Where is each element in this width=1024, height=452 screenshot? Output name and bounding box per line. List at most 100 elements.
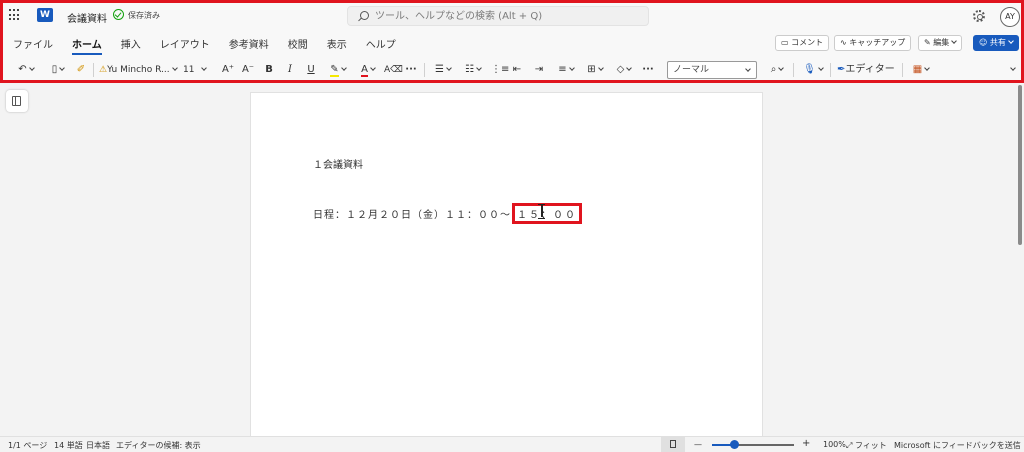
font-color-button[interactable]: A bbox=[355, 62, 381, 78]
navigation-pane-button[interactable] bbox=[6, 90, 28, 112]
word-logo[interactable]: W bbox=[37, 8, 53, 22]
fit-icon: ⤢ bbox=[846, 441, 855, 450]
decrease-indent-button[interactable]: ⇤ bbox=[511, 62, 523, 78]
chevron-down-icon bbox=[597, 65, 604, 71]
catchup-label: キャッチアップ bbox=[849, 38, 906, 47]
edit-mode-button[interactable]: ✎ 編集 bbox=[918, 35, 963, 51]
italic-button[interactable]: I bbox=[284, 62, 296, 78]
title-bar: W 会議資料 保存済み AY bbox=[3, 3, 1021, 31]
word-count[interactable]: 14 単語 bbox=[54, 440, 83, 451]
chevron-down-icon bbox=[626, 65, 633, 71]
comment-button[interactable]: ▭ コメント bbox=[775, 35, 830, 51]
chevron-down-icon bbox=[951, 38, 958, 44]
font-size-dropdown[interactable]: 11 bbox=[183, 62, 213, 78]
chevron-down-icon bbox=[476, 65, 482, 71]
chevron-down-icon bbox=[924, 65, 931, 71]
divider bbox=[424, 63, 425, 77]
saved-status: 保存済み bbox=[128, 11, 160, 20]
avatar[interactable]: AY bbox=[1000, 7, 1020, 27]
style-value: ノーマル bbox=[673, 65, 710, 75]
tab-file[interactable]: ファイル bbox=[13, 36, 53, 52]
tab-home[interactable]: ホーム bbox=[72, 36, 102, 55]
increase-indent-button[interactable]: ⇥ bbox=[533, 62, 545, 78]
multilevel-list-button[interactable]: ⋮≡ bbox=[491, 62, 509, 78]
chevron-down-icon bbox=[370, 65, 376, 71]
numbering-button[interactable]: ☷ bbox=[461, 62, 485, 78]
pencil-icon: ✎ bbox=[924, 38, 934, 47]
zoom-slider[interactable] bbox=[712, 440, 794, 449]
navigation-pane-icon bbox=[12, 96, 21, 106]
font-name-dropdown[interactable]: ⚠Yu Mincho R... bbox=[99, 62, 179, 78]
borders-button[interactable]: ⊞ bbox=[583, 62, 607, 78]
shrink-font-button[interactable]: A⁻ bbox=[241, 62, 255, 78]
zoom-out-button[interactable]: — bbox=[694, 440, 702, 449]
page-view-button[interactable] bbox=[661, 437, 685, 452]
clipboard-icon: ▯ bbox=[51, 64, 58, 75]
ribbon-header: W 会議資料 保存済み AY ファイル ホーム 挿入 レイアウト 参考資料 校閲… bbox=[0, 0, 1024, 83]
tab-view[interactable]: 表示 bbox=[327, 36, 347, 52]
clear-format-button[interactable]: A⌫ bbox=[384, 62, 403, 78]
undo-icon: ↶ bbox=[18, 64, 27, 75]
app-launcher-icon[interactable] bbox=[9, 9, 21, 21]
highlighted-end-time[interactable]: １５：００ bbox=[512, 203, 582, 224]
format-painter-button[interactable]: ✐ bbox=[75, 62, 87, 78]
document-title[interactable]: 会議資料 bbox=[67, 10, 107, 25]
feedback-link[interactable]: Microsoft にフィードバックを送信 bbox=[894, 440, 1021, 451]
chevron-down-icon bbox=[1009, 65, 1016, 71]
zoom-in-button[interactable]: + bbox=[802, 438, 810, 449]
tab-layout[interactable]: レイアウト bbox=[160, 36, 210, 52]
chevron-down-icon bbox=[1008, 38, 1014, 44]
editor-suggestions[interactable]: エディターの候補: 表示 bbox=[116, 440, 201, 451]
numbered-list-icon: ☷ bbox=[465, 64, 474, 75]
paste-button[interactable]: ▯ bbox=[45, 62, 71, 78]
language-indicator[interactable]: 日本語 bbox=[86, 440, 110, 451]
more-paragraph-button[interactable]: ··· bbox=[640, 62, 656, 78]
dictate-button[interactable]: 🎙 bbox=[801, 62, 825, 78]
chevron-down-icon bbox=[568, 65, 575, 71]
search-icon bbox=[360, 11, 369, 20]
paint-bucket-icon: ◇ bbox=[616, 64, 625, 75]
bullets-button[interactable]: ☰ bbox=[431, 62, 455, 78]
align-button[interactable]: ≡ bbox=[553, 62, 579, 78]
align-left-icon: ≡ bbox=[558, 64, 567, 75]
page-icon bbox=[670, 440, 676, 448]
editor-label: エディター bbox=[845, 64, 895, 75]
vertical-scrollbar[interactable] bbox=[1018, 85, 1022, 245]
highlight-color-button[interactable]: ✎ bbox=[325, 62, 351, 78]
settings-gear-icon[interactable] bbox=[973, 10, 985, 22]
share-button[interactable]: ☺ 共有 bbox=[973, 35, 1019, 51]
undo-button[interactable]: ↶ bbox=[13, 62, 39, 78]
divider bbox=[902, 63, 903, 77]
bold-button[interactable]: B bbox=[263, 62, 275, 78]
grow-font-button[interactable]: A⁺ bbox=[221, 62, 235, 78]
zoom-percent[interactable]: 100% bbox=[823, 440, 846, 449]
add-ins-button[interactable]: ▦ bbox=[908, 62, 934, 78]
document-page[interactable]: １会議資料 日程：１２月２０日（金）１１：００～ １５：００ bbox=[250, 92, 763, 452]
document-heading[interactable]: １会議資料 bbox=[313, 156, 363, 171]
find-button[interactable]: ⌕ bbox=[765, 62, 789, 78]
zoom-slider-thumb[interactable] bbox=[730, 440, 740, 449]
divider bbox=[793, 63, 794, 77]
search-box[interactable] bbox=[347, 6, 649, 26]
edit-label: 編集 bbox=[933, 38, 950, 47]
catchup-button[interactable]: ∿ キャッチアップ bbox=[834, 35, 912, 51]
fit-label: フィット bbox=[854, 441, 887, 450]
shading-button[interactable]: ◇ bbox=[611, 62, 637, 78]
editor-button[interactable]: ✒エディター bbox=[837, 62, 897, 78]
page-count[interactable]: 1/1 ページ bbox=[8, 440, 47, 451]
search-input[interactable] bbox=[375, 10, 635, 22]
tab-insert[interactable]: 挿入 bbox=[121, 36, 141, 52]
saved-check-icon bbox=[113, 9, 124, 20]
style-dropdown[interactable]: ノーマル bbox=[667, 61, 757, 79]
highlighter-icon: ✎ bbox=[330, 64, 339, 77]
underline-button[interactable]: U bbox=[305, 62, 317, 78]
more-font-button[interactable]: ··· bbox=[403, 62, 419, 78]
people-icon: ☺ bbox=[979, 38, 990, 47]
tab-help[interactable]: ヘルプ bbox=[366, 36, 396, 52]
tab-references[interactable]: 参考資料 bbox=[229, 36, 269, 52]
multilevel-list-icon: ⋮≡ bbox=[491, 64, 510, 75]
expand-ribbon-button[interactable] bbox=[1005, 62, 1017, 78]
fit-button[interactable]: ⤢ フィット bbox=[846, 440, 887, 451]
tab-review[interactable]: 校閲 bbox=[288, 36, 308, 52]
paintbrush-icon: ✐ bbox=[76, 64, 86, 75]
